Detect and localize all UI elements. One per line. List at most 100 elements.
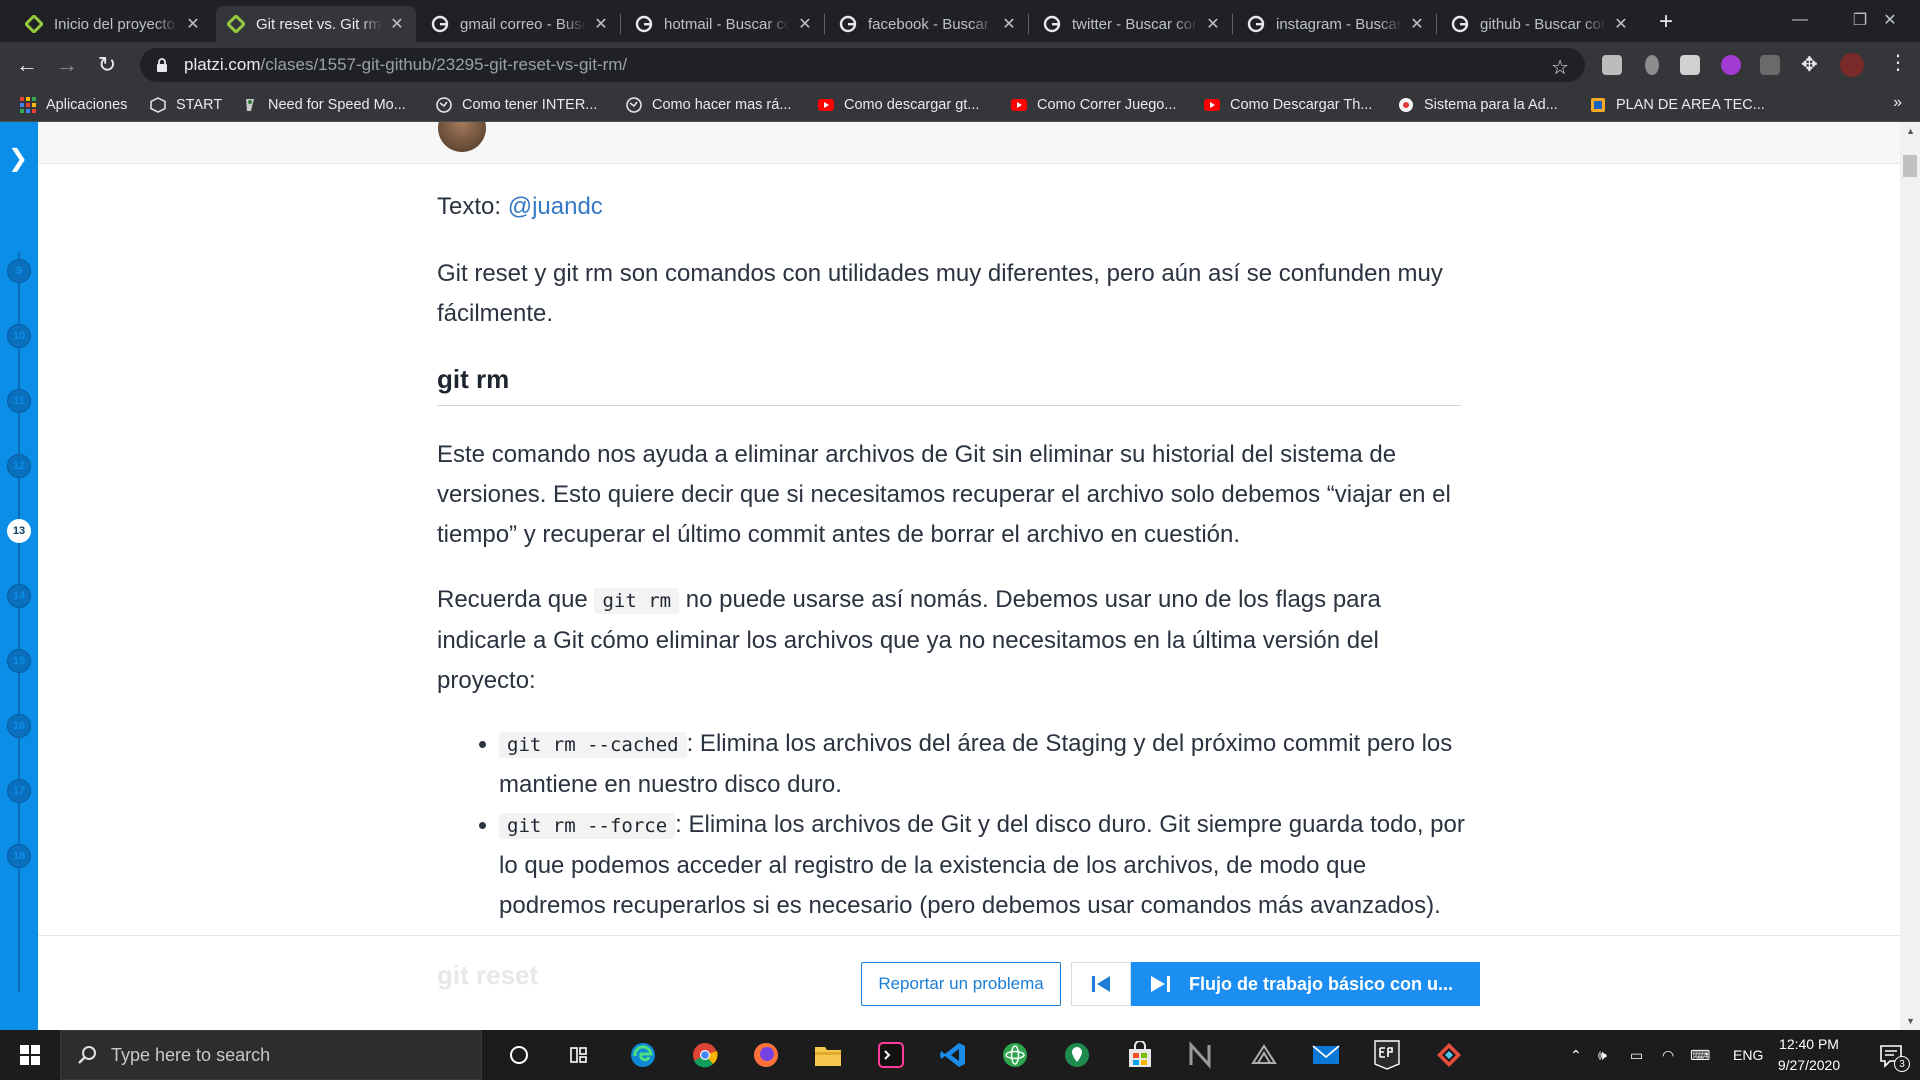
- lesson-marker-12[interactable]: 12: [7, 454, 31, 478]
- volume-icon[interactable]: 🕪: [1598, 1030, 1607, 1080]
- extensions-puzzle-icon[interactable]: ✥: [1801, 52, 1821, 76]
- bookmark-need-for-speed[interactable]: Need for Speed Mo...: [242, 95, 406, 115]
- page-scrollbar[interactable]: ▲ ▼: [1900, 122, 1920, 1030]
- close-window-icon[interactable]: ✕: [1860, 0, 1920, 40]
- extension-purple-icon[interactable]: [1721, 55, 1741, 75]
- epic-games-icon[interactable]: [1371, 1039, 1403, 1071]
- firefox-icon[interactable]: [750, 1039, 782, 1071]
- scroll-thumb[interactable]: [1903, 155, 1917, 177]
- file-explorer-icon[interactable]: [812, 1039, 844, 1071]
- terminal-app-icon[interactable]: [875, 1039, 907, 1071]
- extension-cube-icon[interactable]: [1602, 55, 1622, 75]
- section-heading-git-rm: git rm: [437, 364, 1461, 406]
- bookmark-label: Como Correr Juego...: [1037, 97, 1177, 113]
- keyboard-icon[interactable]: ⌨: [1690, 1030, 1710, 1080]
- bookmark-como-descargar-th[interactable]: Como Descargar Th...: [1204, 95, 1372, 115]
- tab-inicio-del-proyecto[interactable]: Inicio del proyecto ✕: [14, 6, 212, 42]
- sistema-icon: [1398, 97, 1414, 113]
- lesson-marker-18[interactable]: 18: [7, 844, 31, 868]
- extension-drop-icon[interactable]: [1645, 55, 1659, 75]
- tab-hotmail[interactable]: hotmail - Buscar con ✕: [624, 6, 824, 42]
- more-bookmarks-icon[interactable]: »: [1893, 94, 1902, 112]
- forward-arrow-icon[interactable]: →: [50, 48, 84, 82]
- bookmark-plan-de-area-tec[interactable]: PLAN DE AREA TEC...: [1590, 95, 1765, 115]
- google-icon: [1246, 14, 1266, 34]
- apps-grid-icon: [20, 97, 36, 113]
- close-tab-icon[interactable]: ✕: [1204, 15, 1222, 33]
- language-indicator[interactable]: ENG: [1733, 1030, 1763, 1080]
- tab-git-reset-vs-git-rm[interactable]: Git reset vs. Git rm ✕: [216, 6, 416, 42]
- bookmark-sistema-para-la-ad[interactable]: Sistema para la Ad...: [1398, 95, 1558, 115]
- store-icon[interactable]: [1124, 1039, 1156, 1071]
- close-tab-icon[interactable]: ✕: [592, 15, 610, 33]
- lesson-marker-16[interactable]: 16: [7, 714, 31, 738]
- bookmark-como-correr-juego[interactable]: Como Correr Juego...: [1011, 95, 1176, 115]
- lesson-marker-14[interactable]: 14: [7, 584, 31, 608]
- task-view-icon[interactable]: [564, 1039, 596, 1071]
- cortana-icon[interactable]: [503, 1039, 535, 1071]
- scroll-up-arrow-icon[interactable]: ▲: [1906, 126, 1915, 136]
- close-tab-icon[interactable]: ✕: [184, 15, 202, 33]
- bookmark-start[interactable]: START: [150, 95, 222, 115]
- reload-icon[interactable]: ↻: [90, 48, 124, 82]
- new-tab-button[interactable]: +: [1650, 8, 1682, 36]
- maps-pin-icon[interactable]: [1061, 1039, 1093, 1071]
- report-problem-button[interactable]: Reportar un problema: [861, 962, 1061, 1006]
- tab-twitter[interactable]: twitter - Buscar con ✕: [1032, 6, 1232, 42]
- notification-center-button[interactable]: 3: [1878, 1042, 1910, 1072]
- vscode-icon[interactable]: [937, 1039, 969, 1071]
- google-icon: [838, 14, 858, 34]
- expand-sidebar-icon[interactable]: ❯: [8, 144, 28, 173]
- bookmark-label: Como Descargar Th...: [1230, 97, 1373, 113]
- minimize-icon[interactable]: —: [1770, 0, 1830, 40]
- lesson-marker-current[interactable]: 13: [7, 519, 31, 543]
- edge-icon[interactable]: [627, 1039, 659, 1071]
- google-icon: [634, 14, 654, 34]
- lesson-marker-11[interactable]: 11: [7, 389, 31, 413]
- back-arrow-icon[interactable]: ←: [10, 48, 44, 82]
- graphics-app-icon[interactable]: [1248, 1039, 1280, 1071]
- n-app-icon[interactable]: [1185, 1039, 1217, 1071]
- app-atom-icon[interactable]: [999, 1039, 1031, 1071]
- system-clock[interactable]: 12:40 PM 9/27/2020: [1764, 1034, 1854, 1076]
- mail-icon[interactable]: [1310, 1039, 1342, 1071]
- bookmark-star-icon[interactable]: ☆: [1551, 55, 1569, 80]
- git-kraken-icon[interactable]: [1433, 1039, 1465, 1071]
- close-tab-icon[interactable]: ✕: [1408, 15, 1426, 33]
- show-hidden-icons-icon[interactable]: ⌃: [1570, 1030, 1582, 1080]
- bookmark-aplicaciones[interactable]: Aplicaciones: [20, 95, 127, 115]
- extension-atom-icon[interactable]: [1760, 55, 1780, 75]
- close-tab-icon[interactable]: ✕: [1612, 15, 1630, 33]
- bookmark-label: START: [176, 97, 223, 113]
- tab-instagram[interactable]: instagram - Buscar ✕: [1236, 6, 1436, 42]
- lesson-marker-10[interactable]: 10: [7, 324, 31, 348]
- google-icon: [1042, 14, 1062, 34]
- tab-facebook[interactable]: facebook - Buscar ✕: [828, 6, 1028, 42]
- previous-lesson-button[interactable]: [1071, 962, 1131, 1006]
- wifi-icon[interactable]: ◠: [1662, 1030, 1674, 1080]
- browser-toolbar: ← → ↻ platzi.com/clases/1557-git-github/…: [0, 42, 1920, 88]
- address-bar[interactable]: platzi.com/clases/1557-git-github/23295-…: [140, 48, 1585, 82]
- close-tab-icon[interactable]: ✕: [1000, 15, 1018, 33]
- tab-github[interactable]: github - Buscar con ✕: [1440, 6, 1640, 42]
- lesson-marker-15[interactable]: 15: [7, 649, 31, 673]
- close-tab-icon[interactable]: ✕: [388, 15, 406, 33]
- battery-icon[interactable]: ▭: [1630, 1030, 1643, 1080]
- tab-gmail-correo[interactable]: gmail correo - Buscar ✕: [420, 6, 620, 42]
- author-mention-link[interactable]: @juandc: [508, 193, 603, 220]
- lesson-marker-17[interactable]: 17: [7, 779, 31, 803]
- close-tab-icon[interactable]: ✕: [796, 15, 814, 33]
- profile-avatar[interactable]: [1840, 53, 1864, 77]
- extension-image-icon[interactable]: [1680, 55, 1700, 75]
- taskbar-search-box[interactable]: Type here to search: [60, 1030, 482, 1080]
- next-lesson-button[interactable]: Flujo de trabajo básico con u...: [1131, 962, 1480, 1006]
- bookmark-como-descargar-gt[interactable]: Como descargar gt...: [818, 95, 979, 115]
- lesson-sidebar: ❯ 9 10 11 12 13 14 15 16 17 18: [0, 122, 38, 1030]
- lesson-marker-9[interactable]: 9: [7, 259, 31, 283]
- bookmark-como-hacer-mas-ra[interactable]: Como hacer mas rá...: [626, 95, 791, 115]
- scroll-down-arrow-icon[interactable]: ▼: [1906, 1016, 1915, 1026]
- windows-start-button[interactable]: [0, 1030, 60, 1080]
- menu-kebab-icon[interactable]: ⋮: [1888, 50, 1908, 74]
- bookmark-como-tener-inter[interactable]: Como tener INTER...: [436, 95, 597, 115]
- chrome-icon[interactable]: [689, 1039, 721, 1071]
